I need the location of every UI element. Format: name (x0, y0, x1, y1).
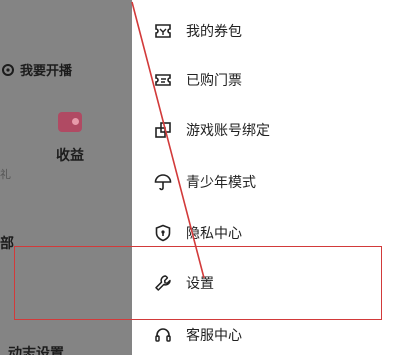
broadcast-icon (0, 62, 16, 78)
menu-item-label: 我的券包 (186, 24, 242, 40)
menu-item-label: 青少年模式 (186, 175, 256, 191)
shield-icon (154, 224, 172, 242)
link-icon (154, 121, 172, 139)
ticket-icon (154, 71, 172, 89)
partial-text-li: 礼 (0, 168, 11, 181)
open-stream-button[interactable]: 我要开播 (0, 60, 72, 79)
headset-icon (154, 326, 172, 344)
partial-section-title: 部 (0, 236, 14, 252)
open-stream-label: 我要开播 (20, 64, 73, 79)
earnings-label[interactable]: 收益 (56, 145, 84, 165)
menu-item-label: 游戏账号绑定 (186, 123, 270, 139)
menu-item-label: 已购门票 (186, 73, 242, 89)
menu-item-label: 客服中心 (186, 328, 242, 344)
menu-item-label: 隐私中心 (186, 226, 242, 242)
umbrella-icon (154, 173, 172, 191)
annotation-highlight-box (14, 246, 382, 320)
wallet-icon (58, 112, 82, 132)
partial-settings-text: 动志设置 (8, 346, 64, 355)
coupon-icon (154, 22, 172, 40)
